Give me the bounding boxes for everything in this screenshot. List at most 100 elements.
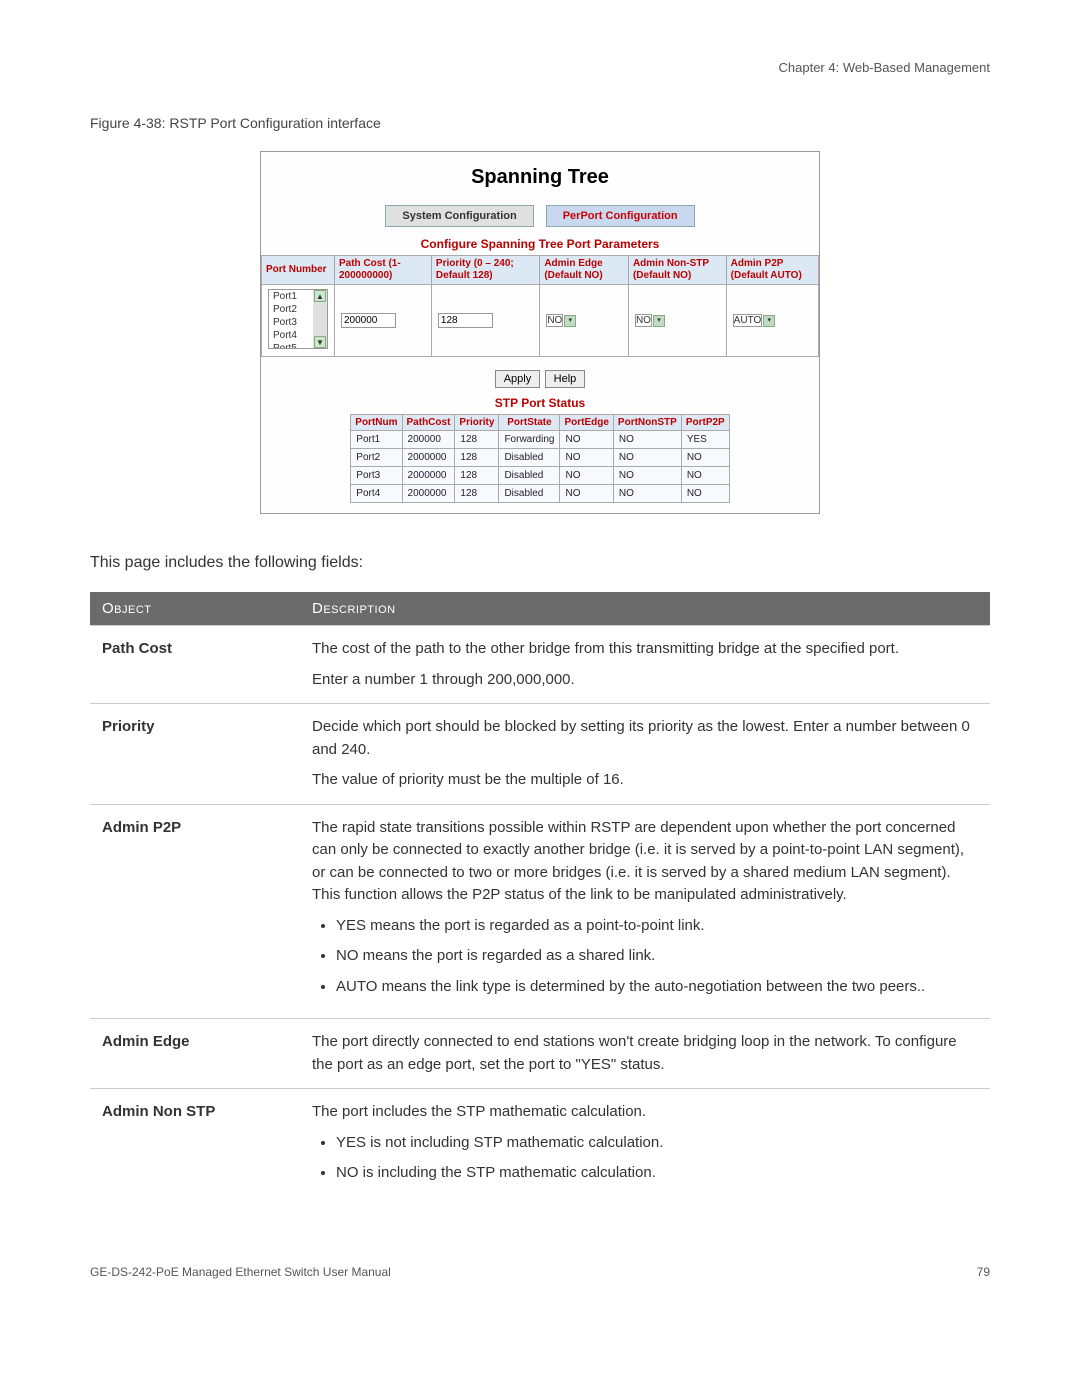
cell: NO	[560, 449, 613, 467]
cell: NO	[681, 449, 729, 467]
cell: 128	[455, 449, 499, 467]
cell: 2000000	[402, 485, 455, 503]
status-table: PortNum PathCost Priority PortState Port…	[350, 414, 729, 503]
field-description: The port directly connected to end stati…	[300, 1019, 990, 1089]
table-row: Port1200000128ForwardingNONOYES	[351, 431, 729, 449]
priority-input[interactable]	[438, 313, 493, 328]
field-name: Admin Edge	[90, 1019, 300, 1089]
field-description: The rapid state transitions possible wit…	[300, 804, 990, 1019]
cell: 128	[455, 485, 499, 503]
help-button[interactable]: Help	[545, 370, 586, 388]
cell: Port1	[351, 431, 402, 449]
page-footer: GE-DS-242-PoE Managed Ethernet Switch Us…	[90, 1265, 990, 1279]
adminnonstp-select[interactable]: NO	[635, 314, 652, 327]
desc-line: The port includes the STP mathematic cal…	[312, 1101, 978, 1124]
chevron-down-icon[interactable]: ▾	[653, 315, 665, 327]
screenshot-title: Spanning Tree	[261, 152, 819, 199]
intro-text: This page includes the following fields:	[90, 554, 990, 572]
select-value: NO	[636, 315, 651, 326]
cell: Port2	[351, 449, 402, 467]
footer-manual-name: GE-DS-242-PoE Managed Ethernet Switch Us…	[90, 1265, 391, 1279]
field-name: Admin Non STP	[90, 1089, 300, 1205]
page-header: Chapter 4: Web-Based Management	[90, 60, 990, 75]
figure-caption: Figure 4-38: RSTP Port Configuration int…	[90, 115, 990, 131]
chevron-down-icon[interactable]: ▾	[564, 315, 576, 327]
fields-header-description: Description	[300, 592, 990, 626]
select-value: NO	[547, 315, 562, 326]
pathcost-input[interactable]	[341, 313, 396, 328]
bullet: NO is including the STP mathematic calcu…	[336, 1162, 978, 1185]
fields-header-object: Object	[90, 592, 300, 626]
tab-perport-configuration[interactable]: PerPort Configuration	[546, 205, 695, 227]
status-col: PortEdge	[560, 415, 613, 431]
cell: Disabled	[499, 467, 560, 485]
button-row: Apply Help	[261, 369, 819, 388]
tab-system-configuration[interactable]: System Configuration	[385, 205, 533, 227]
status-col: PortNonSTP	[613, 415, 681, 431]
desc-line: The cost of the path to the other bridge…	[312, 638, 978, 661]
status-col: PortNum	[351, 415, 402, 431]
field-name: Path Cost	[90, 626, 300, 704]
field-description: The cost of the path to the other bridge…	[300, 626, 990, 704]
status-heading: STP Port Status	[261, 396, 819, 410]
scroll-down-icon[interactable]: ▼	[314, 336, 326, 348]
scrollbar[interactable]: ▲ ▼	[313, 290, 327, 348]
bullet: AUTO means the link type is determined b…	[336, 976, 978, 999]
cell: 2000000	[402, 467, 455, 485]
cell: 200000	[402, 431, 455, 449]
cell: YES	[681, 431, 729, 449]
desc-line: The rapid state transitions possible wit…	[312, 817, 978, 907]
table-row: Port42000000128DisabledNONONO	[351, 485, 729, 503]
tab-row: System Configuration PerPort Configurati…	[261, 205, 819, 227]
table-row: Port22000000128DisabledNONONO	[351, 449, 729, 467]
cell: 2000000	[402, 449, 455, 467]
col-adminnonstp: Admin Non-STP (Default NO)	[628, 256, 726, 285]
select-value: AUTO	[734, 315, 762, 326]
status-col: PathCost	[402, 415, 455, 431]
footer-page-number: 79	[977, 1265, 990, 1279]
cell: 128	[455, 431, 499, 449]
cell: NO	[560, 431, 613, 449]
bullet: NO means the port is regarded as a share…	[336, 945, 978, 968]
bullet: YES is not including STP mathematic calc…	[336, 1132, 978, 1155]
field-name: Priority	[90, 704, 300, 805]
cell: Port4	[351, 485, 402, 503]
bullet: YES means the port is regarded as a poin…	[336, 915, 978, 938]
cell: NO	[613, 431, 681, 449]
port-list[interactable]: Port1 Port2 Port3 Port4 Port5 ▲ ▼	[268, 289, 328, 349]
config-table: Port Number Path Cost (1-200000000) Prio…	[261, 255, 819, 357]
cell: NO	[560, 467, 613, 485]
field-description: Decide which port should be blocked by s…	[300, 704, 990, 805]
col-adminp2p: Admin P2P (Default AUTO)	[726, 256, 818, 285]
fields-table: Object Description Path Cost The cost of…	[90, 592, 990, 1205]
configure-heading: Configure Spanning Tree Port Parameters	[261, 237, 819, 251]
col-priority: Priority (0 – 240; Default 128)	[431, 256, 539, 285]
desc-line: Enter a number 1 through 200,000,000.	[312, 669, 978, 692]
cell: Disabled	[499, 449, 560, 467]
cell: NO	[613, 467, 681, 485]
scroll-up-icon[interactable]: ▲	[314, 290, 326, 302]
cell: NO	[613, 485, 681, 503]
cell: Port3	[351, 467, 402, 485]
desc-line: The port directly connected to end stati…	[312, 1031, 978, 1076]
status-col: Priority	[455, 415, 499, 431]
status-col: PortP2P	[681, 415, 729, 431]
cell: NO	[681, 467, 729, 485]
status-col: PortState	[499, 415, 560, 431]
apply-button[interactable]: Apply	[495, 370, 541, 388]
desc-line: Decide which port should be blocked by s…	[312, 716, 978, 761]
desc-line: The value of priority must be the multip…	[312, 769, 978, 792]
col-pathcost: Path Cost (1-200000000)	[335, 256, 432, 285]
chevron-down-icon[interactable]: ▾	[763, 315, 775, 327]
adminp2p-select[interactable]: AUTO	[733, 314, 763, 327]
cell: NO	[560, 485, 613, 503]
cell: NO	[681, 485, 729, 503]
cell: 128	[455, 467, 499, 485]
adminedge-select[interactable]: NO	[546, 314, 563, 327]
field-description: The port includes the STP mathematic cal…	[300, 1089, 990, 1205]
cell: NO	[613, 449, 681, 467]
config-screenshot: Spanning Tree System Configuration PerPo…	[260, 151, 820, 514]
field-name: Admin P2P	[90, 804, 300, 1019]
col-portnum: Port Number	[262, 256, 335, 285]
cell: Disabled	[499, 485, 560, 503]
